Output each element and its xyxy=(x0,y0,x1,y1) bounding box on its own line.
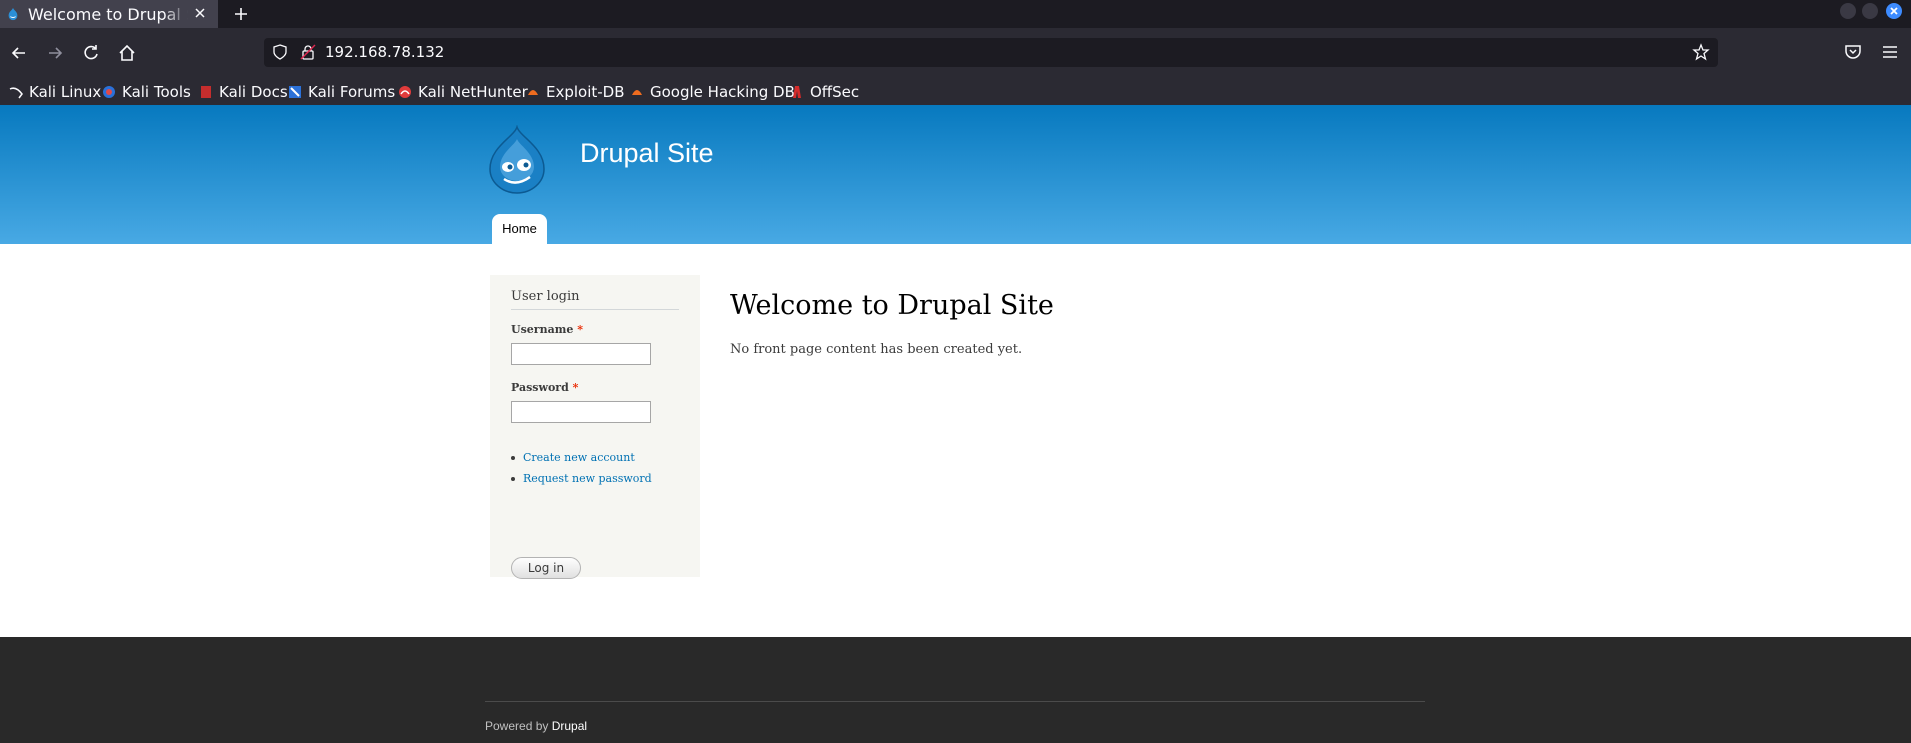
navigation-toolbar: 192.168.78.132 xyxy=(0,28,1911,78)
drupal-logo-icon[interactable] xyxy=(486,125,548,195)
close-window-button[interactable] xyxy=(1886,3,1902,19)
password-label: Password * xyxy=(511,381,578,394)
hamburger-menu-icon[interactable] xyxy=(1880,42,1900,62)
tab-bar: Welcome to Drupal Site | D xyxy=(0,0,1911,28)
site-name-link[interactable]: Drupal Site xyxy=(580,138,714,169)
list-item: Request new password xyxy=(511,468,652,489)
bookmark-google-hacking-db[interactable]: Google Hacking DB xyxy=(630,78,795,105)
kali-forums-icon xyxy=(289,85,301,98)
bookmark-label: Kali Docs xyxy=(219,82,288,101)
bullet xyxy=(511,476,515,481)
required-asterisk: * xyxy=(572,381,579,394)
tab-title: Welcome to Drupal Site | D xyxy=(28,4,188,24)
back-arrow-icon[interactable] xyxy=(8,42,30,64)
close-tab-icon[interactable] xyxy=(192,5,208,21)
log-in-button[interactable]: Log in xyxy=(511,557,581,579)
list-item: Create new account xyxy=(511,447,652,468)
google-hacking-db-icon xyxy=(632,89,642,95)
forward-arrow-icon[interactable] xyxy=(44,42,66,64)
bookmark-label: Kali Tools xyxy=(122,82,191,101)
login-links-list: Create new account Request new password xyxy=(511,447,652,489)
bookmark-offsec[interactable]: OffSec xyxy=(790,78,859,105)
login-block-title: User login xyxy=(511,289,679,310)
bookmark-kali-nethunter[interactable]: Kali NetHunter xyxy=(398,78,528,105)
username-label: Username * xyxy=(511,323,583,336)
powered-by-text: Powered by Drupal xyxy=(485,719,587,733)
bookmark-kali-docs[interactable]: Kali Docs xyxy=(199,78,288,105)
front-page-message: No front page content has been created y… xyxy=(730,342,1023,357)
close-icon xyxy=(1890,7,1898,15)
bookmark-star-icon[interactable] xyxy=(1692,43,1710,61)
bookmark-label: OffSec xyxy=(810,82,860,101)
tracking-protection-shield-icon[interactable] xyxy=(272,44,288,60)
page-title: Welcome to Drupal Site xyxy=(730,290,1054,321)
password-label-text: Password xyxy=(511,381,569,394)
drupal-favicon-icon xyxy=(8,7,18,21)
bookmark-exploit-db[interactable]: Exploit-DB xyxy=(526,78,625,105)
username-input[interactable] xyxy=(511,343,651,365)
powered-by-prefix: Powered by xyxy=(485,719,549,733)
bookmark-label: Google Hacking DB xyxy=(650,82,795,101)
site-header: Drupal Site Home xyxy=(0,105,1911,244)
kali-nethunter-icon xyxy=(399,85,411,98)
bookmark-kali-forums[interactable]: Kali Forums xyxy=(288,78,395,105)
bullet xyxy=(511,455,515,460)
url-text: 192.168.78.132 xyxy=(325,43,445,61)
kali-docs-icon xyxy=(201,85,211,98)
bookmarks-toolbar: Kali Linux Kali Tools Kali Docs Kali For… xyxy=(0,78,1911,106)
kali-tools-icon xyxy=(103,85,115,98)
exploit-db-icon xyxy=(528,89,538,95)
bookmark-label: Kali NetHunter xyxy=(418,82,528,101)
reload-icon[interactable] xyxy=(80,42,102,64)
address-bar[interactable]: 192.168.78.132 xyxy=(264,38,1718,67)
insecure-lock-icon[interactable] xyxy=(300,44,316,60)
site-footer: Powered by Drupal xyxy=(0,637,1911,743)
bookmark-label: Kali Linux xyxy=(29,82,102,101)
browser-tab-active[interactable]: Welcome to Drupal Site | D xyxy=(0,0,218,28)
page-viewport: Drupal Site Home User login Username * P… xyxy=(0,105,1911,743)
minimize-window-button[interactable] xyxy=(1840,3,1856,19)
create-account-link[interactable]: Create new account xyxy=(523,451,635,464)
kali-linux-icon xyxy=(9,86,23,98)
new-tab-icon[interactable] xyxy=(232,5,250,23)
bookmark-kali-linux[interactable]: Kali Linux xyxy=(9,78,101,105)
pocket-icon[interactable] xyxy=(1843,42,1863,62)
maximize-window-button[interactable] xyxy=(1862,3,1878,19)
nav-tab-home[interactable]: Home xyxy=(492,214,547,244)
home-icon[interactable] xyxy=(116,42,138,64)
request-password-link[interactable]: Request new password xyxy=(523,472,652,485)
footer-divider xyxy=(485,701,1425,702)
user-login-block: User login Username * Password * Create … xyxy=(490,275,700,579)
required-asterisk: * xyxy=(577,323,583,336)
password-input[interactable] xyxy=(511,401,651,423)
bookmark-kali-tools[interactable]: Kali Tools xyxy=(102,78,191,105)
drupal-link[interactable]: Drupal xyxy=(552,719,587,733)
bookmark-label: Exploit-DB xyxy=(546,82,625,101)
offsec-icon xyxy=(793,85,801,98)
username-label-text: Username xyxy=(511,323,574,336)
bookmark-label: Kali Forums xyxy=(308,82,396,101)
